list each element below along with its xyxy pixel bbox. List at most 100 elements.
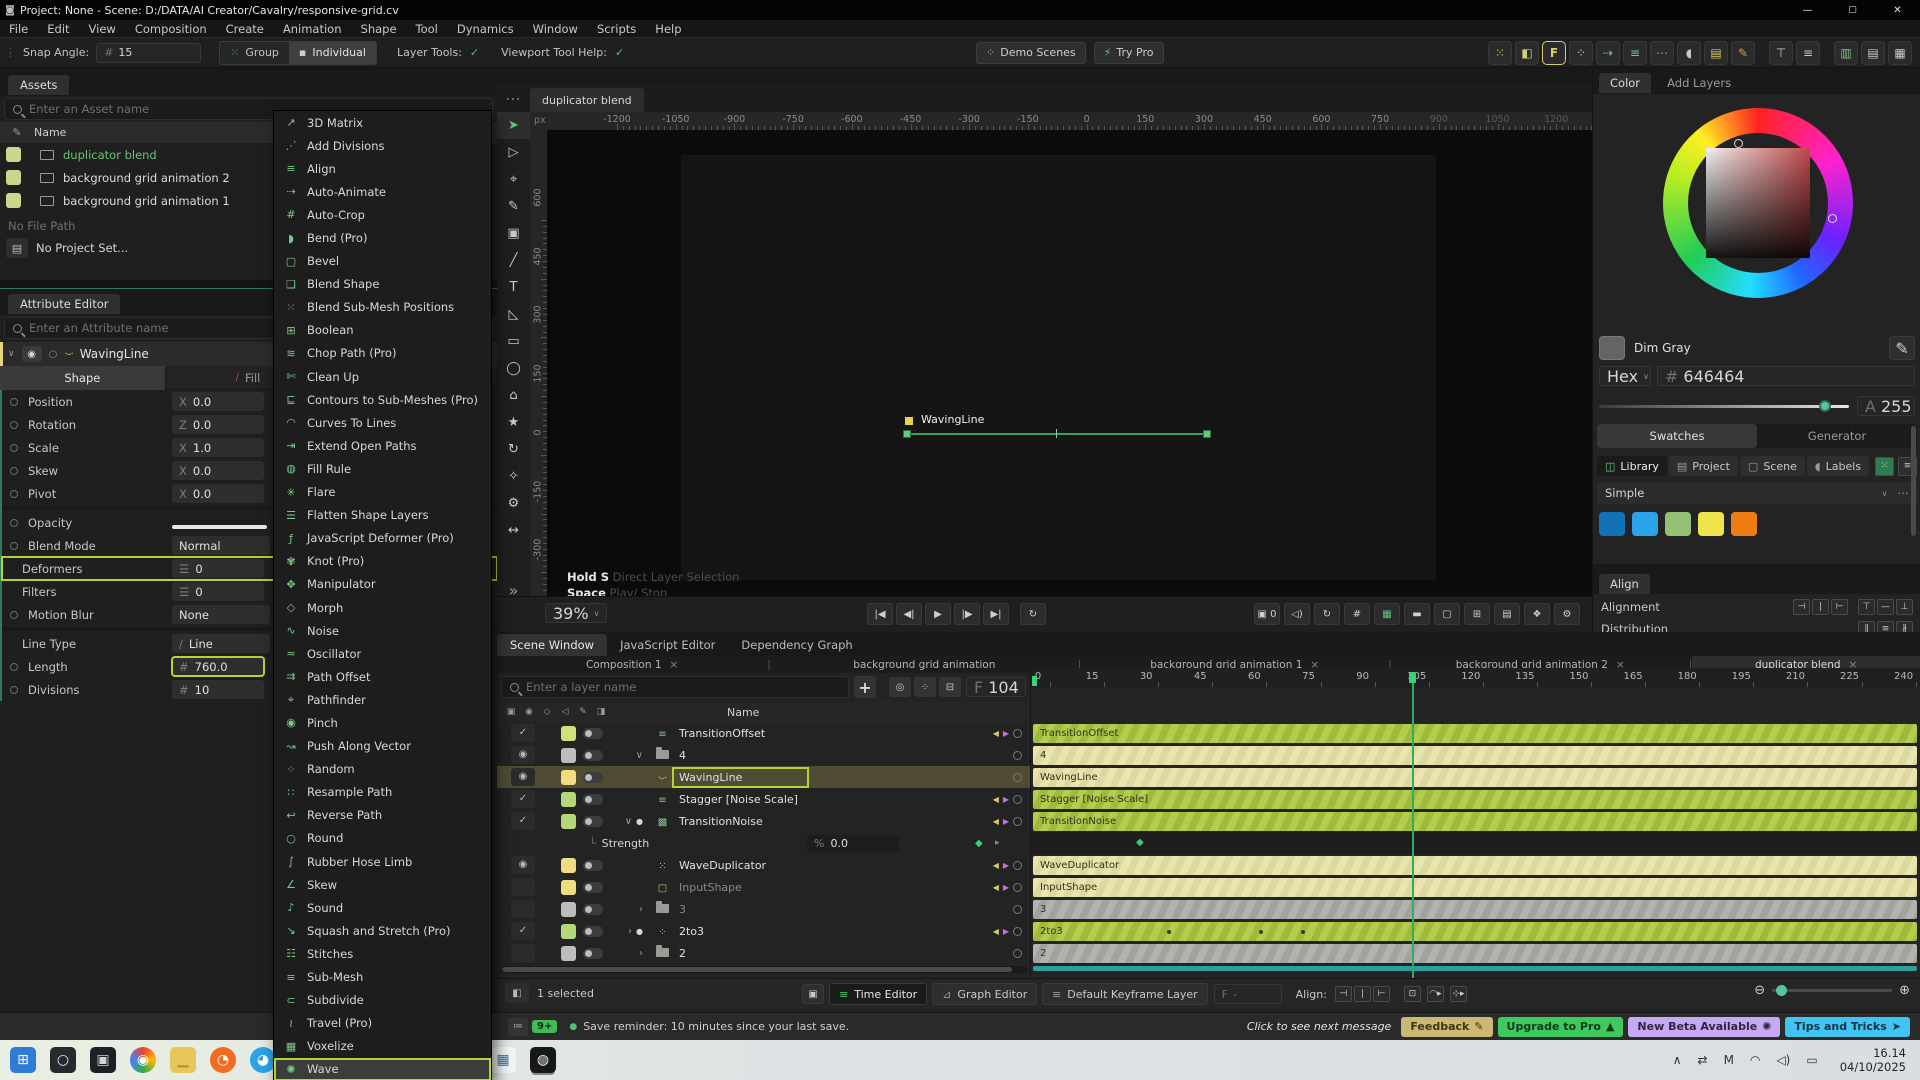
library-tab-project[interactable]: ▤ Project [1668,456,1738,476]
tab-scene-window[interactable]: Scene Window [497,634,608,656]
menu-item-sound[interactable]: ♪ Sound [274,896,491,919]
layer-toggle[interactable] [583,881,603,893]
more-icon[interactable]: ⋯ [1650,40,1674,65]
menu-item-add-divisions[interactable]: ⋰ Add Divisions [274,134,491,157]
layer-row-4[interactable]: ◉ ∨ 4 [497,744,1030,766]
project-set-icon[interactable]: ▤ [6,238,28,258]
menu-dynamics[interactable]: Dynamics [457,22,514,36]
audio-icon[interactable]: ◁) [1284,603,1310,625]
hue-cursor[interactable] [1828,214,1837,223]
menu-item-oscillator[interactable]: ≈ Oscillator [274,642,491,665]
tab-color[interactable]: Color [1599,73,1652,93]
menu-item-align[interactable]: ≡ Align [274,157,491,180]
tab-dependency-graph[interactable]: Dependency Graph [728,634,865,656]
library-tab-scene[interactable]: ▢ Scene [1739,456,1805,476]
menu-item-boolean[interactable]: ⊞ Boolean [274,319,491,342]
align-option-icon[interactable]: ∣ [1353,986,1371,1002]
viewport-help-check-icon[interactable]: ✓ [615,46,624,59]
tool-icon-14[interactable]: ⚙ [497,490,530,517]
visibility-cell[interactable]: ◉ [511,746,535,764]
timeline-lane-waveduplicator[interactable]: WaveDuplicator [1031,854,1920,876]
next-key-icon[interactable]: ▶ [1003,729,1009,738]
alignment-icon[interactable]: ⊢ [1831,599,1848,615]
timeline-bar[interactable]: 4 [1033,745,1917,765]
keyframe-dot[interactable] [1259,929,1263,934]
auto-animate-icon[interactable]: ⇢ [1596,40,1620,65]
keyframe-dot[interactable] [1167,929,1171,934]
close-tab-icon[interactable]: × [670,659,679,671]
tool-icon-11[interactable]: ★ [497,409,530,436]
menu-scripts[interactable]: Scripts [597,22,636,36]
play-button[interactable]: ▶ [925,603,951,625]
layer-color-swatch[interactable] [561,945,576,961]
align-icon[interactable]: ≡ [1623,40,1647,65]
menu-item-3d-matrix[interactable]: ↗ 3D Matrix [274,111,491,134]
camera-icon[interactable]: ▣ 0 [1254,603,1280,625]
next-key-icon[interactable]: ▶ [1003,817,1009,826]
card-icon[interactable]: ▤ [1704,40,1728,65]
tool-icon-15[interactable]: ↔ [497,517,530,544]
try-pro-button[interactable]: ⚡ Try Pro [1093,41,1164,64]
next-message-link[interactable]: Click to see next message [1247,1020,1392,1033]
menu-item-rubber-hose-limb[interactable]: ∫ Rubber Hose Limb [274,850,491,873]
menu-item-round[interactable]: ○ Round [274,827,491,850]
prev-key-icon[interactable]: ◀ [993,883,999,892]
zoom-level-dropdown[interactable]: 39% ∨ [545,603,607,623]
timeline-bar[interactable]: 2to3 [1033,921,1917,941]
keyframe-dot-icon[interactable] [10,685,18,694]
refresh-icon[interactable]: ↻ [1314,603,1340,625]
visibility-cell[interactable]: ◉ [511,768,535,786]
menu-item-flare[interactable]: ✳ Flare [274,481,491,504]
new-beta-available-button[interactable]: New Beta Available ✺ [1628,1016,1781,1037]
next-lane-bar[interactable] [1033,966,1917,971]
expand-chevron-icon[interactable]: ∨ [636,750,643,761]
next-key-icon[interactable]: ▶ [1003,861,1009,870]
menu-help[interactable]: Help [655,22,681,36]
layer-color-swatch[interactable] [561,791,576,807]
tool-icon-12[interactable]: ↻ [497,436,530,463]
alpha-slider[interactable] [1599,399,1849,412]
individual-mode-button[interactable]: ▪ Individual [288,41,376,64]
eyedropper-button[interactable]: ✎ [1889,336,1915,360]
color-mode-dropdown[interactable]: Hex ∨ [1599,366,1651,386]
keyframe-dot[interactable] [1301,929,1305,934]
sv-cursor[interactable] [1734,139,1743,148]
expand-chevron-icon[interactable]: › [639,948,643,959]
keyframe-layer-dropdown[interactable]: ≡ Default Keyframe Layer [1042,983,1208,1005]
grid-view-icon[interactable]: ⁙ [1875,456,1894,476]
swatch-group-dropdown[interactable]: Simple [1605,486,1644,500]
expand-chevron-icon[interactable]: › [639,904,643,915]
keyframe-dot-icon[interactable] [10,466,18,475]
tool-icon-10[interactable]: ⌂ [497,382,530,409]
keyframe-diamond-icon[interactable]: ◆ [975,838,983,849]
parent-circle-icon[interactable] [1013,904,1022,914]
menu-item-reverse-path[interactable]: ↩ Reverse Path [274,804,491,827]
menu-file[interactable]: File [9,22,28,36]
tray-media-icon[interactable]: M [1724,1053,1734,1067]
project-set-value[interactable]: No Project Set... [36,241,128,255]
taskview-icon[interactable]: ▣ [90,1047,116,1073]
menu-item-blend-sub-mesh-positions[interactable]: ⁙ Blend Sub-Mesh Positions [274,296,491,319]
menu-item-bend-pro-[interactable]: ◗ Bend (Pro) [274,226,491,249]
waving-line-shape[interactable] [907,433,1207,435]
attribute-field[interactable]: Z 0.0 [172,415,264,434]
moon-icon[interactable]: ◖ [1677,40,1701,65]
visibility-cell[interactable] [511,944,535,962]
settings-filter-icon[interactable]: ⊟ [939,677,961,697]
keyframe-dot-icon[interactable] [10,397,18,406]
parent-circle-icon[interactable] [1013,860,1022,870]
attribute-field[interactable]: X 1.0 [172,438,264,457]
filter-button[interactable]: ▣ [802,984,824,1004]
demo-scenes-button[interactable]: ⁘ Demo Scenes [976,41,1086,64]
menu-composition[interactable]: Composition [135,22,207,36]
keyframe-dot-icon[interactable] [10,541,18,550]
prev-key-icon[interactable]: ◀ [993,927,999,936]
opacity-slider[interactable] [172,524,267,529]
next-key-icon[interactable]: ▶ [1003,883,1009,892]
swatch-chip-3[interactable] [1698,512,1724,536]
playhead[interactable] [1412,672,1414,978]
selection-toggle-icon[interactable]: ◧ [505,983,529,1003]
parent-circle-icon[interactable] [1013,948,1022,958]
menu-item-morph[interactable]: ◇ Morph [274,596,491,619]
swatch-chip-2[interactable] [1665,512,1691,536]
